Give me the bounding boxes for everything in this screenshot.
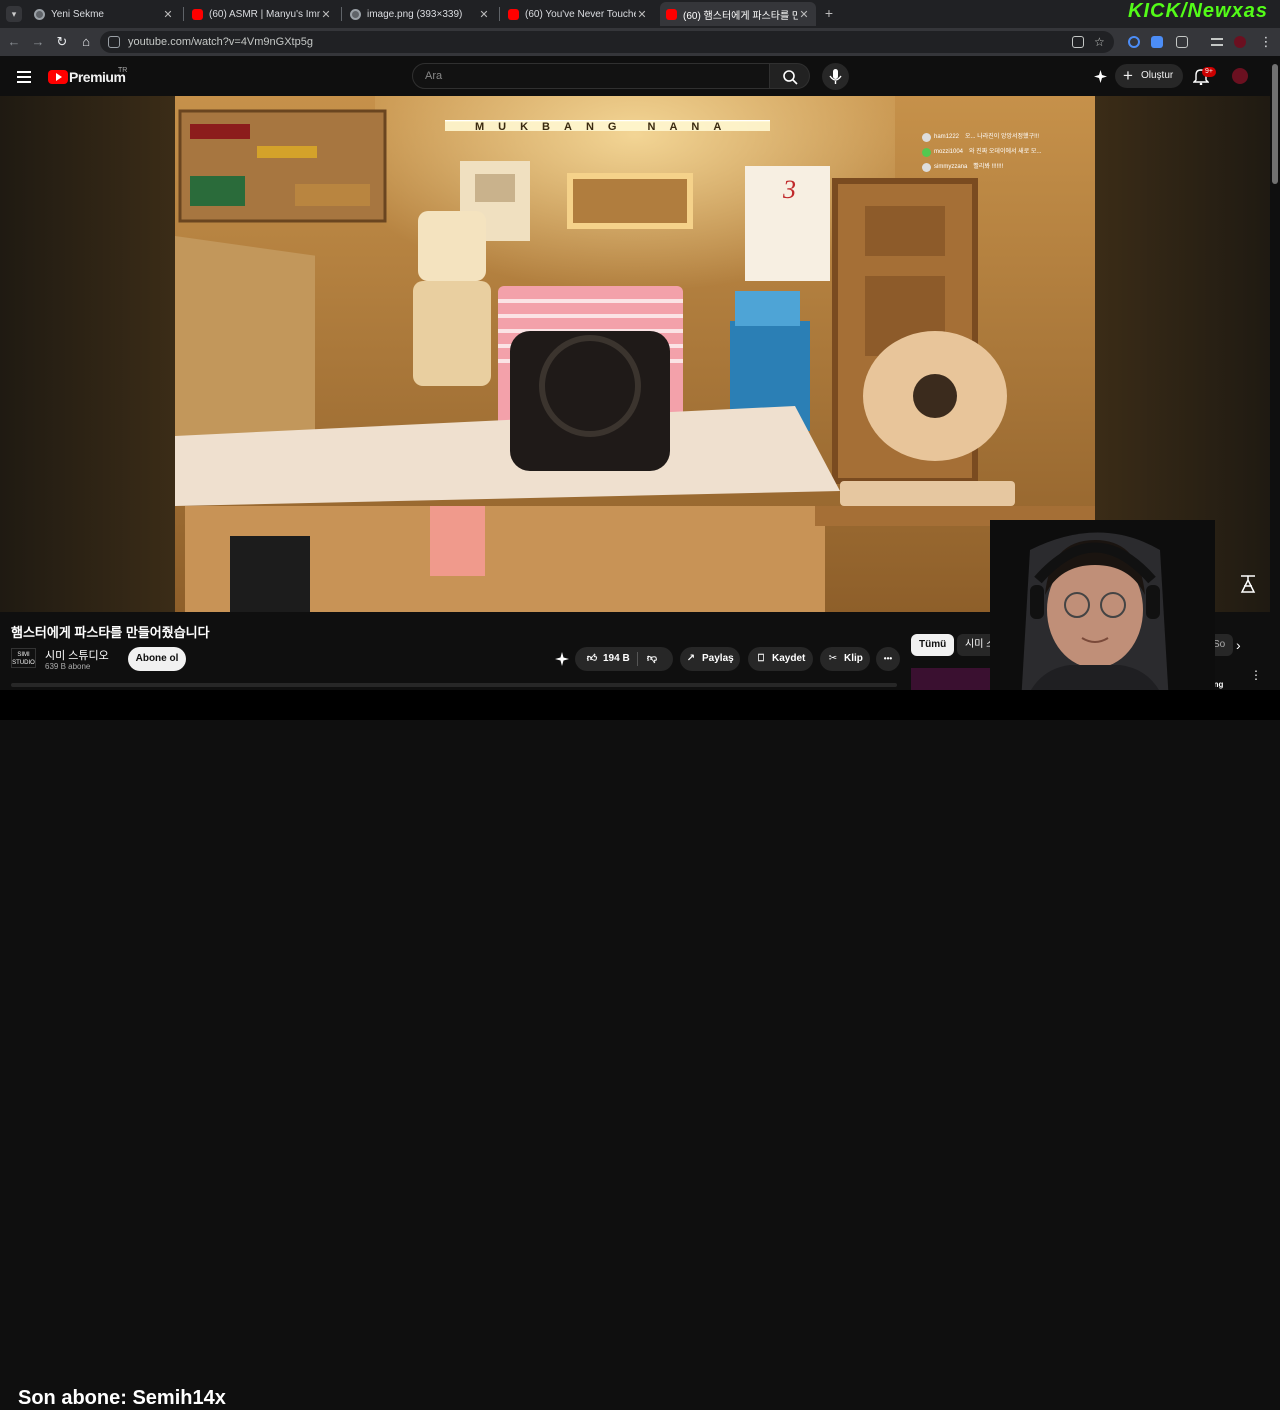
chat-text: 빨리봐 !!!!!!! — [973, 164, 1004, 170]
banner-text: MUKBANG NANA — [475, 121, 735, 133]
new-tab-button[interactable]: + — [821, 5, 837, 21]
sparkle-icon[interactable] — [555, 652, 569, 666]
site-info-icon[interactable] — [108, 36, 120, 48]
chat-avatar — [922, 163, 931, 172]
chat-user: simmyzzana — [934, 164, 968, 170]
account-avatar[interactable] — [1232, 68, 1248, 84]
close-icon[interactable]: ✕ — [162, 8, 174, 21]
chrome-icon — [34, 8, 45, 20]
scrollbar-thumb[interactable] — [1272, 64, 1278, 184]
search-input[interactable]: Ara — [412, 63, 770, 89]
tab-label: image.png (393×339) — [367, 8, 463, 20]
player-left-padding — [0, 96, 175, 612]
like-dislike-group: 👍︎ 194 B 👎︎ — [575, 647, 673, 671]
reading-list-icon[interactable] — [1211, 38, 1223, 46]
calendar-number: 3 — [782, 175, 796, 204]
tab-never-touched[interactable]: (60) You've Never Touched Any ✕ — [502, 2, 654, 26]
more-actions-button[interactable]: ••• — [876, 647, 900, 671]
home-icon[interactable]: ⌂ — [78, 34, 94, 49]
install-app-icon[interactable] — [1072, 36, 1084, 48]
browser-tab-bar: ▾ Yeni Sekme ✕ (60) ASMR | Manyu's Immer… — [0, 0, 1280, 28]
extensions-puzzle-icon[interactable] — [1176, 36, 1188, 48]
youtube-icon — [666, 8, 677, 20]
url-field[interactable]: youtube.com/watch?v=4Vm9nGXtp5g — [100, 31, 1114, 53]
close-icon[interactable]: ✕ — [320, 8, 332, 21]
clip-button[interactable]: ✂ Klip — [820, 647, 870, 671]
tab-label: Yeni Sekme — [51, 8, 104, 20]
chat-message: ham1222 오... 나라진이 앙앙서정했구!!! — [922, 130, 1041, 145]
bookmark-icon: ⎕ — [758, 653, 764, 664]
chat-text: 오... 나라진이 앙앙서정했구!!! — [965, 134, 1040, 140]
like-count[interactable]: 194 B — [603, 653, 630, 664]
chat-message: mozzi1004 와 진짜 오데이에서 새로 모... — [922, 145, 1041, 160]
thumbs-up-icon[interactable]: 👍︎ — [585, 647, 599, 671]
video-chat-overlay: ham1222 오... 나라진이 앙앙서정했구!!! mozzi1004 와 … — [922, 130, 1041, 175]
tab-new-tab[interactable]: Yeni Sekme ✕ — [28, 2, 180, 26]
subscribe-button[interactable]: Abone ol — [128, 647, 186, 671]
channel-avatar[interactable]: SIMI STUDIO — [11, 648, 36, 668]
tab-label: (60) ASMR | Manyu's Immersive — [209, 8, 320, 20]
chip-all[interactable]: Tümü — [911, 634, 955, 656]
chat-avatar — [922, 133, 931, 142]
tab-image[interactable]: image.png (393×339) ✕ — [344, 2, 496, 26]
chevron-right-icon[interactable]: › — [1236, 637, 1241, 653]
youtube-logo-icon[interactable] — [48, 70, 68, 84]
profile-avatar[interactable] — [1234, 36, 1246, 48]
create-button[interactable]: Oluştur — [1115, 64, 1183, 88]
tab-search-button[interactable]: ▾ — [6, 6, 22, 22]
description-box-edge — [11, 683, 897, 687]
subscriber-count: 639 B abone — [45, 662, 91, 671]
menu-icon[interactable] — [17, 71, 31, 86]
last-subscriber-text: Son abone: Semih14x — [18, 1387, 226, 1409]
channel-name[interactable]: 시미 스튜디오 — [45, 647, 109, 663]
share-icon: ↗ — [686, 653, 696, 664]
miniplayer-icon[interactable] — [1238, 572, 1258, 594]
kick-logo: KICK/Newxas — [1128, 0, 1268, 22]
voice-search-button[interactable] — [822, 63, 849, 90]
tab-asmr[interactable]: (60) ASMR | Manyu's Immersive ✕ — [186, 2, 338, 26]
clip-label: Klip — [844, 653, 863, 664]
sparkle-icon[interactable] — [1094, 70, 1107, 83]
thumbs-down-icon[interactable]: 👎︎ — [645, 647, 659, 671]
chat-user: ham1222 — [934, 134, 960, 140]
stream-ticker: Son abone: Semih14x — [0, 690, 1280, 1409]
chat-user: mozzi1004 — [934, 149, 964, 155]
tab-label: (60) You've Never Touched Any — [525, 8, 636, 20]
video-title: 햄스터에게 파스타를 만들어줬습니다 — [11, 625, 210, 640]
microphone-icon — [829, 69, 842, 84]
chat-message: simmyzzana 빨리봐 !!!!!!! — [922, 160, 1041, 175]
search-icon — [783, 70, 798, 85]
youtube-icon — [508, 8, 519, 20]
chat-avatar — [922, 148, 931, 157]
tab-hamster-video[interactable]: (60) 햄스터에게 파스타를 만들 ✕ — [660, 2, 816, 26]
bookmark-star-icon[interactable]: ☆ — [1094, 36, 1106, 48]
recommendation-menu-icon[interactable]: ⋮ — [1250, 668, 1262, 682]
share-button[interactable]: ↗ Paylaş — [680, 647, 740, 671]
youtube-premium-label[interactable]: Premium — [69, 69, 126, 85]
chat-text: 와 진짜 오데이에서 새로 모... — [969, 149, 1042, 155]
notification-count-badge: 9+ — [1202, 67, 1216, 77]
share-label: Paylaş — [702, 653, 734, 664]
scissors-icon: ✂ — [828, 653, 838, 664]
extension-icon[interactable] — [1128, 36, 1140, 48]
forward-icon[interactable]: → — [30, 34, 46, 49]
reload-icon[interactable]: ↻ — [54, 34, 70, 50]
globe-icon — [350, 8, 361, 20]
close-icon[interactable]: ✕ — [478, 8, 490, 21]
search-button[interactable] — [770, 63, 810, 89]
region-code: TR — [118, 67, 128, 74]
close-icon[interactable]: ✕ — [798, 8, 810, 21]
youtube-icon — [192, 8, 203, 20]
translate-icon[interactable] — [1151, 36, 1163, 48]
save-label: Kaydet — [772, 653, 806, 664]
recommendation-thumbnail[interactable] — [911, 668, 995, 690]
close-icon[interactable]: ✕ — [636, 8, 648, 21]
back-icon[interactable]: ← — [6, 34, 22, 49]
save-button[interactable]: ⎕ Kaydet — [748, 647, 813, 671]
tab-label: (60) 햄스터에게 파스타를 만들 — [683, 10, 798, 22]
browser-menu-icon[interactable]: ⋮ — [1258, 34, 1274, 50]
